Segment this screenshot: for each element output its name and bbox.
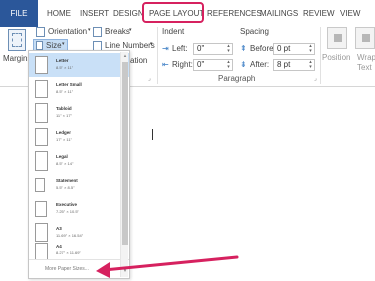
paper-size-name: Letter Small bbox=[56, 82, 82, 87]
breaks-label: Breaks bbox=[105, 27, 130, 36]
ribbon-tabs: FILE HOME INSERT DESIGN PAGE LAYOUT REFE… bbox=[0, 0, 375, 27]
size-icon bbox=[36, 41, 43, 50]
paragraph-group-title: Paragraph bbox=[218, 74, 256, 83]
more-paper-sizes-label: More Paper Sizes... bbox=[45, 266, 89, 272]
scroll-up-icon[interactable]: ▴ bbox=[122, 53, 128, 59]
paper-size-a4[interactable]: A4 8.27" × 11.69" bbox=[29, 241, 129, 259]
paper-size-dimensions: 11" × 17" bbox=[56, 113, 72, 118]
paper-size-name: A4 bbox=[56, 244, 62, 249]
paper-size-name: A3 bbox=[56, 226, 62, 231]
indent-left-field[interactable]: 0" ▴ ▾ bbox=[193, 43, 233, 55]
spinner-icon[interactable]: ▴ ▾ bbox=[307, 44, 314, 54]
spacing-title: Spacing bbox=[240, 27, 269, 36]
page-icon bbox=[35, 243, 48, 259]
page-icon bbox=[35, 128, 48, 146]
position-icon bbox=[327, 27, 347, 49]
indent-right-icon: ⇤ bbox=[162, 60, 169, 69]
spacing-before-icon: ⇞ bbox=[240, 44, 247, 53]
page-icon bbox=[35, 223, 48, 242]
paper-size-name: Ledger bbox=[56, 130, 72, 135]
margins-icon bbox=[8, 29, 26, 51]
wrap-text-icon bbox=[355, 27, 375, 49]
tab-references[interactable]: REFERENCES bbox=[207, 0, 262, 27]
paper-size-dimensions: 8.5" × 11" bbox=[56, 65, 74, 70]
indent-title: Indent bbox=[162, 27, 185, 36]
dropdown-scrollbar[interactable]: ▴ ▾ bbox=[120, 52, 128, 277]
paper-size-letter[interactable]: Letter 8.5" × 11" bbox=[29, 53, 129, 77]
indent-left-icon: ⇥ bbox=[162, 44, 169, 53]
paper-size-dimensions: 8.5" × 14" bbox=[56, 161, 74, 166]
tab-design[interactable]: DESIGN bbox=[113, 0, 144, 27]
paper-size-name: Statement bbox=[56, 178, 78, 183]
page-icon bbox=[35, 151, 48, 171]
spacing-after-icon: ⇟ bbox=[240, 60, 247, 69]
tab-home[interactable]: HOME bbox=[47, 0, 71, 27]
page-icon bbox=[35, 80, 48, 98]
orientation-icon bbox=[36, 27, 45, 37]
indent-left-value: 0" bbox=[197, 44, 205, 53]
more-paper-sizes[interactable]: More Paper Sizes... bbox=[29, 259, 129, 278]
page-icon bbox=[35, 103, 48, 123]
page-icon bbox=[35, 178, 45, 192]
spacing-after-value: 8 pt bbox=[277, 60, 291, 69]
paper-size-legal[interactable]: Legal 8.5" × 14" bbox=[29, 149, 129, 173]
paper-size-name: Executive bbox=[56, 202, 78, 207]
chevron-down-icon: ▾ bbox=[150, 41, 153, 47]
scroll-thumb[interactable] bbox=[122, 62, 128, 245]
spinner-icon[interactable]: ▴ ▾ bbox=[225, 60, 232, 70]
chevron-down-icon: ▾ bbox=[62, 41, 65, 47]
paper-size-name: Legal bbox=[56, 154, 68, 159]
tab-file[interactable]: FILE bbox=[0, 0, 38, 27]
size-dropdown-menu: Letter 8.5" × 11" Letter Small 8.5" × 11… bbox=[28, 50, 130, 279]
paper-size-dimensions: 11.69" × 16.54" bbox=[56, 233, 84, 238]
wrap-text-label-1: Wrap bbox=[357, 53, 375, 62]
size-label: Size bbox=[46, 41, 62, 50]
chevron-down-icon: ▾ bbox=[88, 27, 91, 33]
paper-size-dimensions: 8.27" × 11.69" bbox=[56, 250, 81, 255]
paper-size-dimensions: 17" × 11" bbox=[56, 137, 72, 142]
paper-size-name: Tabloid bbox=[56, 106, 72, 111]
text-cursor bbox=[152, 129, 153, 140]
line-numbers-label: Line Numbers bbox=[105, 41, 155, 50]
paper-size-tabloid[interactable]: Tabloid 11" × 17" bbox=[29, 101, 129, 125]
paper-size-statement[interactable]: Statement 5.5" × 8.5" bbox=[29, 173, 129, 197]
paper-size-executive[interactable]: Executive 7.25" × 10.5" bbox=[29, 197, 129, 221]
paper-size-dimensions: 8.5" × 11" bbox=[56, 89, 74, 94]
paper-size-dimensions: 5.5" × 8.5" bbox=[56, 185, 75, 190]
spacing-before-field[interactable]: 0 pt ▴ ▾ bbox=[273, 43, 315, 55]
tab-mailings[interactable]: MAILINGS bbox=[260, 0, 298, 27]
tab-view[interactable]: VIEW bbox=[340, 0, 360, 27]
group-divider bbox=[157, 27, 158, 84]
paper-size-letter-small[interactable]: Letter Small 8.5" × 11" bbox=[29, 77, 129, 101]
spacing-before-label: Before: bbox=[250, 44, 276, 53]
tab-highlight-box bbox=[142, 2, 204, 23]
page-icon bbox=[35, 201, 47, 217]
indent-left-label: Left: bbox=[172, 44, 188, 53]
paper-size-ledger[interactable]: Ledger 17" × 11" bbox=[29, 125, 129, 149]
hyphenation-label[interactable]: ation bbox=[130, 56, 147, 65]
breaks-icon bbox=[93, 27, 102, 37]
page-icon bbox=[35, 56, 48, 74]
paper-size-name: Letter bbox=[56, 58, 69, 63]
position-label: Position bbox=[322, 53, 351, 62]
page-setup-launcher-icon[interactable]: ⌟ bbox=[148, 75, 151, 82]
spacing-after-label: After: bbox=[250, 60, 270, 69]
spinner-icon[interactable]: ▴ ▾ bbox=[307, 60, 314, 70]
tab-insert[interactable]: INSERT bbox=[80, 0, 109, 27]
indent-right-value: 0" bbox=[197, 60, 205, 69]
spacing-before-value: 0 pt bbox=[277, 44, 291, 53]
chevron-down-icon: ▾ bbox=[129, 27, 132, 33]
spacing-after-field[interactable]: 8 pt ▴ ▾ bbox=[273, 59, 315, 71]
paragraph-launcher-icon[interactable]: ⌟ bbox=[314, 75, 317, 82]
orientation-label: Orientation bbox=[48, 27, 88, 36]
scroll-down-icon[interactable]: ▾ bbox=[122, 268, 128, 274]
indent-right-field[interactable]: 0" ▴ ▾ bbox=[193, 59, 233, 71]
spinner-icon[interactable]: ▴ ▾ bbox=[225, 44, 232, 54]
wrap-text-label-2: Text bbox=[357, 63, 372, 72]
paper-size-dimensions: 7.25" × 10.5" bbox=[56, 209, 79, 214]
group-divider bbox=[320, 27, 321, 84]
tab-review[interactable]: REVIEW bbox=[303, 0, 335, 27]
indent-right-label: Right: bbox=[172, 60, 193, 69]
